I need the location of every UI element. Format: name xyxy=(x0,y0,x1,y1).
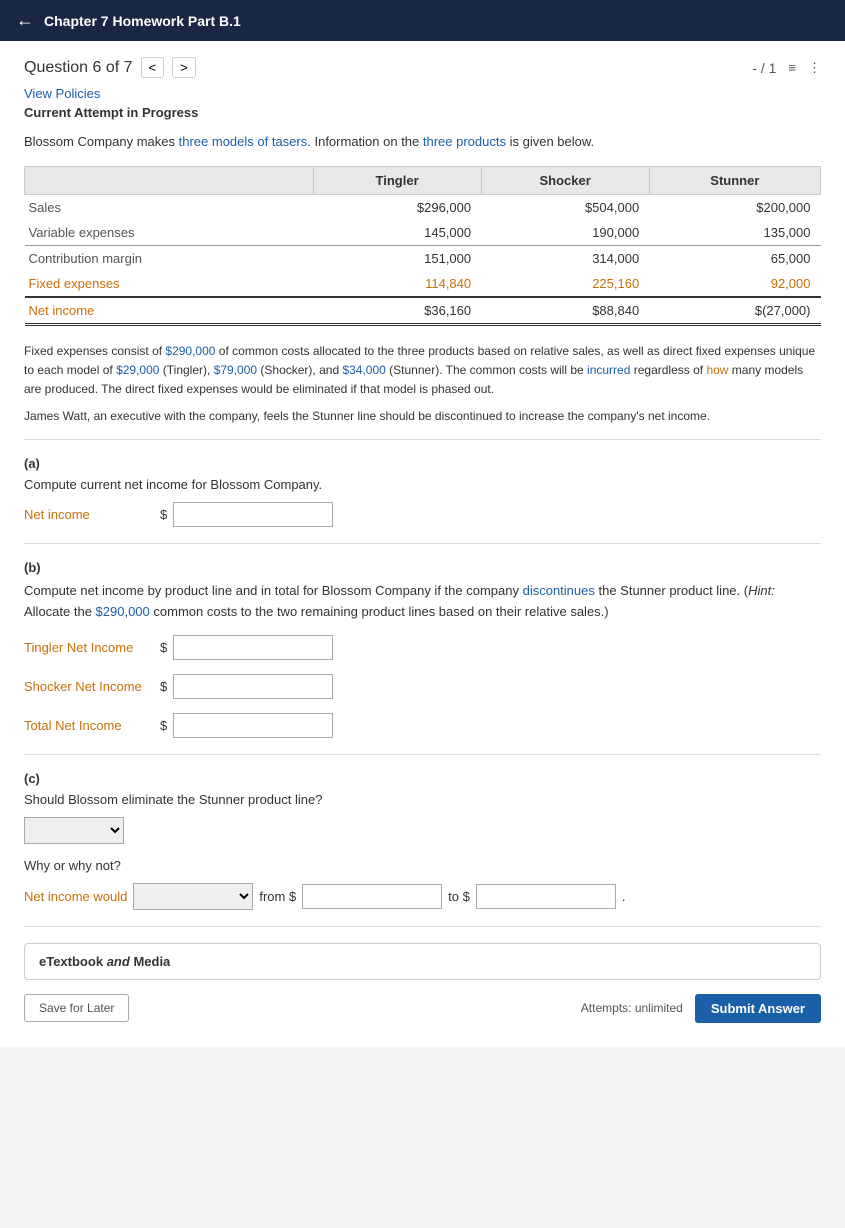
row-cm-shocker: 314,000 xyxy=(481,245,649,271)
question-title: Question 6 of 7 xyxy=(24,59,133,77)
question-nav: Question 6 of 7 < > xyxy=(24,57,196,78)
media-label[interactable]: Media xyxy=(133,954,170,969)
row-cm-tingler: 151,000 xyxy=(313,245,481,271)
col-header-label xyxy=(25,166,314,194)
row-ni-stunner: $(27,000) xyxy=(649,297,820,325)
shocker-net-income-label: Shocker Net Income xyxy=(24,679,154,694)
problem-intro: Blossom Company makes three models of ta… xyxy=(24,132,821,152)
total-net-income-row: Total Net Income $ xyxy=(24,713,821,738)
section-b-text: Compute net income by product line and i… xyxy=(24,581,821,623)
table-row: Contribution margin 151,000 314,000 65,0… xyxy=(25,245,821,271)
highlight-three-products: three products xyxy=(423,134,506,149)
table-row: Net income $36,160 $88,840 $(27,000) xyxy=(25,297,821,325)
page-title: Chapter 7 Homework Part B.1 xyxy=(44,13,241,29)
row-fixed-shocker: 225,160 xyxy=(481,271,649,297)
dollar-sign-a: $ xyxy=(160,507,167,522)
from-value-input[interactable] xyxy=(302,884,442,909)
question-header: Question 6 of 7 < > - / 1 ≡ ⋮ xyxy=(24,57,821,78)
section-b-label: (b) xyxy=(24,560,821,575)
row-sales-tingler: $296,000 xyxy=(313,194,481,220)
net-income-change-dropdown[interactable]: increase decrease xyxy=(133,883,253,910)
net-income-label-a: Net income xyxy=(24,507,154,522)
row-var-stunner: 135,000 xyxy=(649,220,820,246)
top-bar: ← Chapter 7 Homework Part B.1 xyxy=(0,0,845,41)
view-policies-link[interactable]: View Policies xyxy=(24,86,821,101)
row-ni-shocker: $88,840 xyxy=(481,297,649,325)
attempts-label: Attempts: unlimited xyxy=(581,1001,683,1015)
section-a-compute-text: Compute current net income for Blossom C… xyxy=(24,477,821,492)
row-fixed-tingler: 114,840 xyxy=(313,271,481,297)
table-row: Variable expenses 145,000 190,000 135,00… xyxy=(25,220,821,246)
table-row: Sales $296,000 $504,000 $200,000 xyxy=(25,194,821,220)
eliminate-stunner-dropdown[interactable]: Yes No xyxy=(24,817,124,844)
why-or-why-not-label: Why or why not? xyxy=(24,858,821,873)
etextbook-label[interactable]: eTextbook xyxy=(39,954,103,969)
section-a-input-row: Net income $ xyxy=(24,502,821,527)
col-header-shocker: Shocker xyxy=(481,166,649,194)
row-ni-label: Net income xyxy=(25,297,314,325)
shocker-net-income-row: Shocker Net Income $ xyxy=(24,674,821,699)
shocker-net-income-input[interactable] xyxy=(173,674,333,699)
dollar-sign-b3: $ xyxy=(160,718,167,733)
tingler-net-income-input[interactable] xyxy=(173,635,333,660)
divider xyxy=(24,439,821,440)
table-row: Fixed expenses 114,840 225,160 92,000 xyxy=(25,271,821,297)
section-c-label: (c) xyxy=(24,771,821,786)
section-c-question: Should Blossom eliminate the Stunner pro… xyxy=(24,792,821,807)
list-icon[interactable]: ≡ xyxy=(788,60,796,75)
col-header-tingler: Tingler xyxy=(313,166,481,194)
col-header-stunner: Stunner xyxy=(649,166,820,194)
score-display: - / 1 xyxy=(752,60,776,76)
back-button[interactable]: ← xyxy=(16,10,34,31)
fixed-expenses-description: Fixed expenses consist of $290,000 of co… xyxy=(24,342,821,400)
row-fixed-stunner: 92,000 xyxy=(649,271,820,297)
section-a-label: (a) xyxy=(24,456,821,471)
row-cm-label: Contribution margin xyxy=(25,245,314,271)
more-icon[interactable]: ⋮ xyxy=(808,60,821,76)
row-var-label: Variable expenses xyxy=(25,220,314,246)
row-ni-tingler: $36,160 xyxy=(313,297,481,325)
to-label: to $ xyxy=(448,889,470,904)
dollar-sign-b1: $ xyxy=(160,640,167,655)
next-question-button[interactable]: > xyxy=(172,57,196,78)
to-value-input[interactable] xyxy=(476,884,616,909)
total-net-income-input[interactable] xyxy=(173,713,333,738)
save-for-later-button[interactable]: Save for Later xyxy=(24,994,129,1022)
header-right: - / 1 ≡ ⋮ xyxy=(752,60,821,76)
row-cm-stunner: 65,000 xyxy=(649,245,820,271)
from-label: from $ xyxy=(259,889,296,904)
submit-answer-button[interactable]: Submit Answer xyxy=(695,994,821,1023)
current-attempt-label: Current Attempt in Progress xyxy=(24,105,821,120)
dollar-sign-b2: $ xyxy=(160,679,167,694)
row-var-shocker: 190,000 xyxy=(481,220,649,246)
footer-right: Attempts: unlimited Submit Answer xyxy=(581,994,821,1023)
row-fixed-label: Fixed expenses xyxy=(25,271,314,297)
james-watt-text: James Watt, an executive with the compan… xyxy=(24,409,821,423)
tingler-net-income-label: Tingler Net Income xyxy=(24,640,154,655)
section-c-dropdown-row: Yes No xyxy=(24,817,821,844)
divider xyxy=(24,543,821,544)
main-content: Question 6 of 7 < > - / 1 ≡ ⋮ View Polic… xyxy=(0,41,845,1047)
row-sales-shocker: $504,000 xyxy=(481,194,649,220)
row-var-tingler: 145,000 xyxy=(313,220,481,246)
highlight-three-models: three models of tasers xyxy=(179,134,308,149)
divider xyxy=(24,926,821,927)
tingler-net-income-row: Tingler Net Income $ xyxy=(24,635,821,660)
total-net-income-label: Total Net Income xyxy=(24,718,154,733)
row-sales-label: Sales xyxy=(25,194,314,220)
row-sales-stunner: $200,000 xyxy=(649,194,820,220)
etextbook-and: and xyxy=(107,954,130,969)
etextbook-section: eTextbook and Media xyxy=(24,943,821,980)
net-income-input-a[interactable] xyxy=(173,502,333,527)
net-income-would-label: Net income would xyxy=(24,889,127,904)
footer-bar: Save for Later Attempts: unlimited Submi… xyxy=(24,994,821,1023)
divider xyxy=(24,754,821,755)
product-data-table: Tingler Shocker Stunner Sales $296,000 $… xyxy=(24,166,821,326)
why-row: Net income would increase decrease from … xyxy=(24,883,821,910)
prev-question-button[interactable]: < xyxy=(141,57,165,78)
period-text: . xyxy=(622,889,626,904)
